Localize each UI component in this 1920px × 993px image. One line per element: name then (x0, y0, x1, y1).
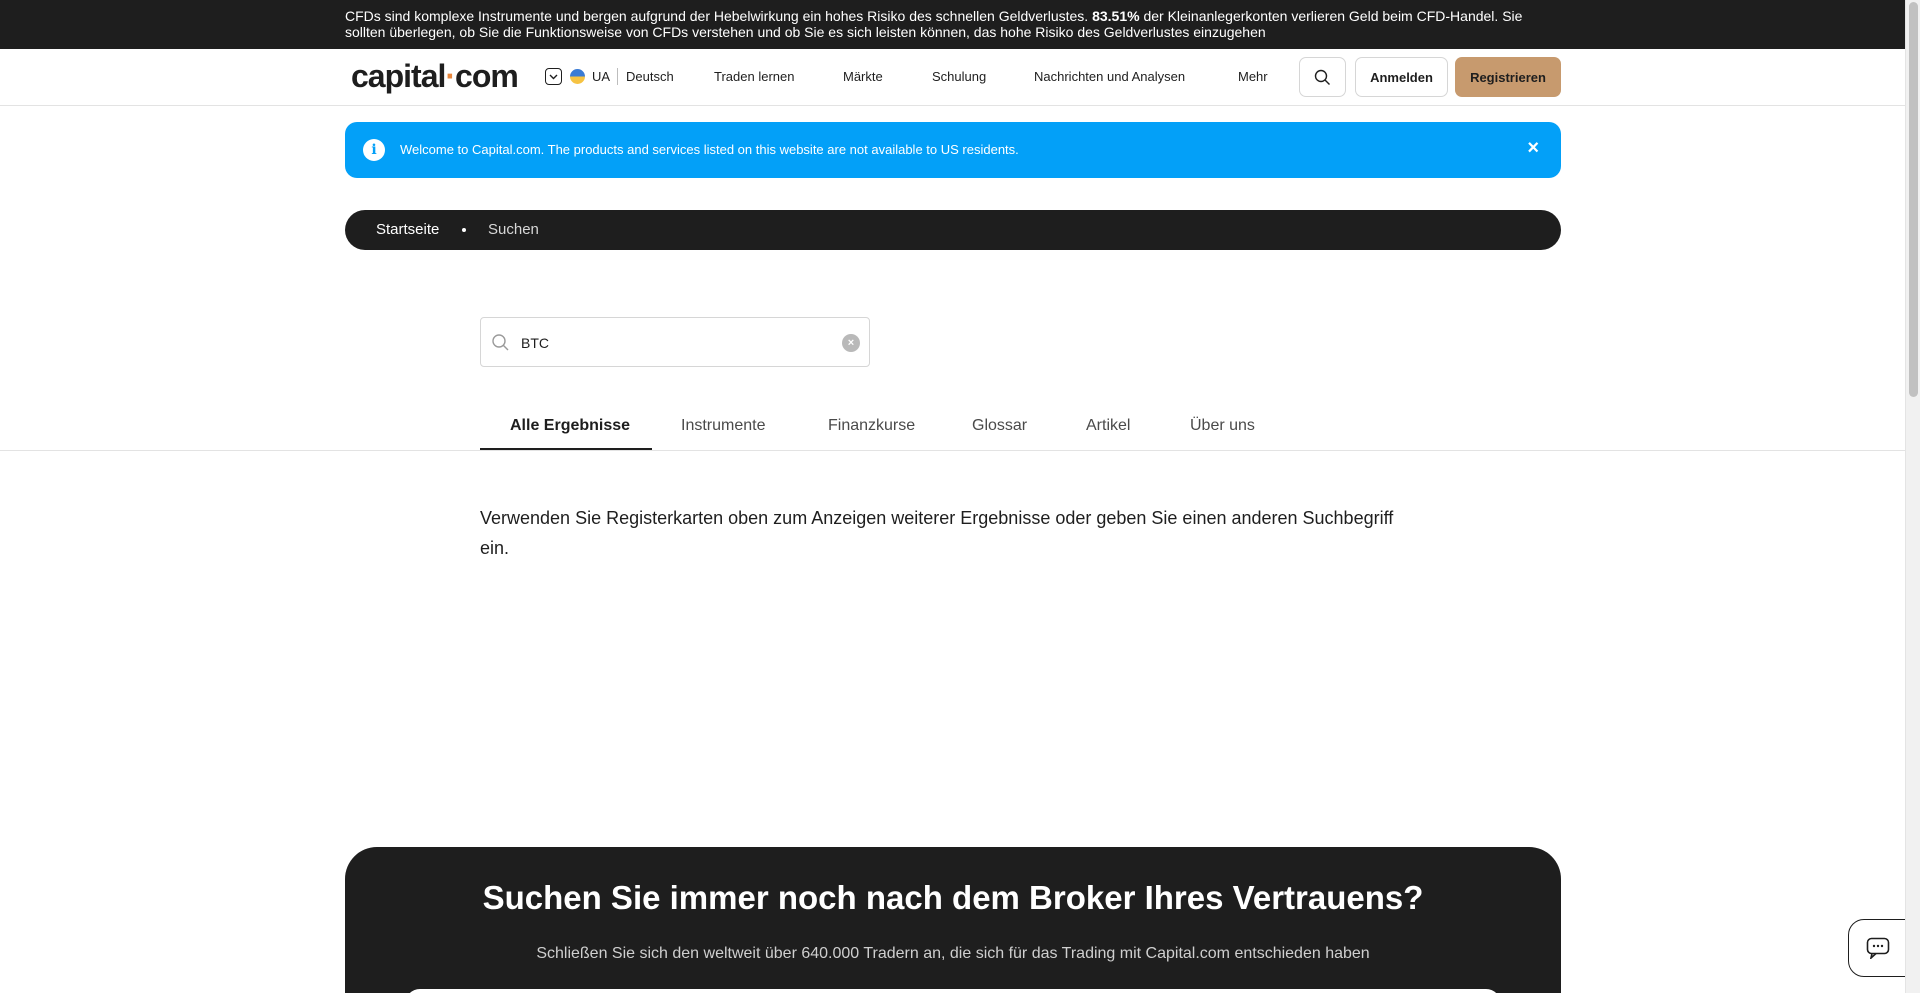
info-icon: i (363, 139, 385, 161)
cta-title: Suchen Sie immer noch nach dem Broker Ih… (482, 879, 1424, 916)
risk-percentage: 83.51% (1092, 8, 1140, 24)
scrollbar-thumb[interactable] (1909, 2, 1918, 397)
tab-artikel[interactable]: Artikel (1086, 417, 1130, 451)
tab-instrumente[interactable]: Instrumente (681, 417, 765, 451)
capital-logo[interactable]: capital·com (351, 58, 519, 95)
search-box: × (480, 317, 870, 367)
nav-schulung[interactable]: Schulung (932, 69, 986, 84)
search-input[interactable] (521, 331, 821, 355)
site-header: capital·com UA Deutsch Traden lernen Mär… (0, 49, 1905, 106)
search-icon (1314, 69, 1330, 85)
tab-alle-ergebnisse[interactable]: Alle Ergebnisse (510, 417, 630, 451)
breadcrumb-home[interactable]: Startseite (376, 221, 439, 238)
nav-nachrichten[interactable]: Nachrichten und Analysen (1034, 69, 1185, 84)
tab-finanzkurse[interactable]: Finanzkurse (828, 417, 915, 451)
risk-warning-banner: CFDs sind komplexe Instrumente und berge… (0, 0, 1905, 49)
search-icon (492, 334, 509, 351)
login-button[interactable]: Anmelden (1355, 57, 1448, 97)
breadcrumb-current: Suchen (488, 221, 539, 238)
tab-ueber-uns[interactable]: Über uns (1190, 417, 1255, 451)
clear-icon[interactable]: × (842, 334, 860, 352)
language-selector[interactable]: Deutsch (626, 69, 674, 84)
ukraine-flag-icon[interactable] (570, 69, 585, 84)
region-code[interactable]: UA (592, 69, 610, 84)
tab-glossar[interactable]: Glossar (972, 417, 1027, 451)
chat-icon (1866, 937, 1890, 959)
header-search-button[interactable] (1299, 57, 1346, 97)
breadcrumb-separator (462, 228, 466, 232)
cta-email-field[interactable] (405, 989, 1501, 993)
broker-cta-section: Suchen Sie immer noch nach dem Broker Ih… (345, 847, 1561, 993)
close-icon[interactable]: × (1527, 137, 1539, 160)
logo-right: com (455, 58, 519, 94)
nav-traden-lernen[interactable]: Traden lernen (714, 69, 794, 84)
risk-warning-text: CFDs sind komplexe Instrumente und berge… (345, 8, 1545, 40)
results-message: Verwenden Sie Registerkarten oben zum An… (480, 508, 1394, 558)
risk-text-before: CFDs sind komplexe Instrumente und berge… (345, 8, 1093, 24)
page-scrollbar[interactable] (1905, 0, 1920, 993)
logo-dot: · (445, 58, 456, 94)
us-residents-notice: i Welcome to Capital.com. The products a… (345, 122, 1561, 178)
nav-maerkte[interactable]: Märkte (843, 69, 883, 84)
logo-left: capital (351, 58, 446, 94)
active-tab-indicator (480, 448, 652, 450)
notice-text: Welcome to Capital.com. The products and… (400, 142, 1019, 157)
breadcrumb: Startseite Suchen (345, 210, 1561, 250)
register-button[interactable]: Registrieren (1455, 57, 1561, 97)
nav-mehr[interactable]: Mehr (1238, 69, 1268, 84)
cta-subtitle: Schließen Sie sich den weltweit über 640… (536, 945, 1370, 962)
result-tabs: Alle Ergebnisse Instrumente Finanzkurse … (0, 415, 1905, 451)
chevron-down-icon[interactable] (545, 68, 562, 85)
divider (617, 68, 618, 85)
chat-button[interactable] (1848, 919, 1908, 977)
